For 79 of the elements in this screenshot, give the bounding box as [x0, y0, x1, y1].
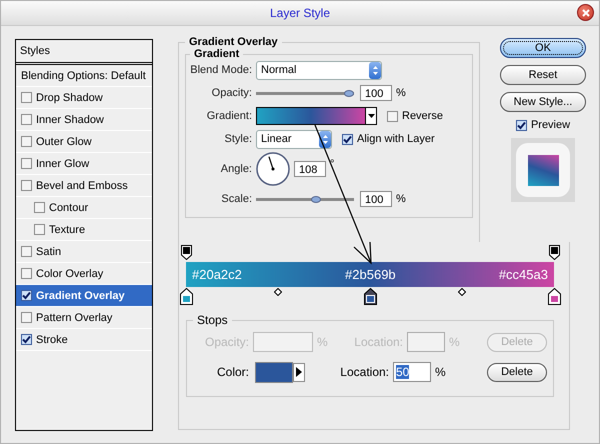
close-button[interactable] [577, 4, 594, 21]
style-item[interactable]: Drop Shadow [16, 87, 152, 109]
group-title: Gradient Overlay [188, 36, 279, 48]
color-swatch[interactable] [255, 362, 293, 382]
style-item[interactable]: Inner Glow [16, 153, 152, 175]
opacity-field[interactable]: 100 [360, 85, 392, 101]
scale-field[interactable]: 100 [360, 191, 392, 207]
dialog-button[interactable]: New Style... [500, 92, 586, 112]
close-icon [580, 8, 590, 18]
field-label: Blend Mode: [190, 64, 252, 76]
opacity-stop[interactable] [549, 245, 560, 260]
color-code-label: #20a2c2 [192, 267, 242, 282]
gradient-picker[interactable] [256, 107, 366, 125]
style-item[interactable]: Stroke [16, 329, 152, 351]
unit-label: % [435, 365, 447, 379]
style-item[interactable]: Blending Options: Default [16, 65, 152, 87]
unit-label: ° [330, 158, 334, 170]
color-stop[interactable] [364, 288, 377, 305]
field-label: Scale: [220, 193, 252, 205]
checkbox[interactable] [21, 114, 32, 125]
checkbox[interactable] [21, 268, 32, 279]
color-stop[interactable] [548, 288, 561, 305]
color-code-label: #2b569b [345, 267, 396, 282]
location-field[interactable]: 50 [393, 362, 431, 382]
style-item[interactable]: Pattern Overlay [16, 307, 152, 329]
checkbox[interactable] [34, 202, 45, 213]
style-item[interactable]: Inner Shadow [16, 109, 152, 131]
field-label: Location: [339, 365, 389, 379]
field-label: Style: [223, 133, 252, 145]
dialog-button[interactable]: OK [500, 38, 586, 58]
checkbox-label: Reverse [402, 110, 443, 122]
field-label: Color: [216, 365, 249, 379]
reverse-checkbox[interactable] [387, 110, 398, 122]
style-item[interactable]: Gradient Overlay [16, 285, 152, 307]
unit-label: % [317, 335, 329, 349]
dialog-button[interactable]: Reset [500, 65, 586, 85]
delete-button[interactable]: Delete [487, 362, 547, 382]
checkbox[interactable] [21, 290, 32, 301]
checkbox[interactable] [21, 180, 32, 191]
preview-checkbox[interactable] [516, 120, 527, 130]
style-item[interactable]: Outer Glow [16, 131, 152, 153]
checkbox[interactable] [21, 92, 32, 103]
style-item[interactable]: Texture [16, 219, 152, 241]
unit-label: % [396, 193, 406, 205]
checkbox-label: Align with Layer [357, 133, 435, 145]
blend-mode-dropdown[interactable]: Normal [256, 60, 382, 80]
window-title: Layer Style [270, 6, 330, 20]
checkbox-label: Preview [530, 119, 570, 131]
checkbox[interactable] [21, 334, 32, 345]
unit-label: % [449, 335, 461, 349]
checkbox[interactable] [21, 312, 32, 323]
style-item[interactable]: Satin [16, 241, 152, 263]
checkbox[interactable] [21, 158, 32, 169]
color-code-label: #cc45a3 [498, 267, 548, 282]
styles-header: Styles [16, 40, 152, 65]
spinner-icon [319, 130, 331, 148]
play-icon[interactable] [293, 362, 305, 382]
checkbox[interactable] [21, 246, 32, 257]
spinner-icon [369, 62, 381, 78]
opacity-stop[interactable] [181, 245, 192, 260]
angle-dial[interactable] [256, 152, 290, 186]
style-item[interactable]: Bevel and Emboss [16, 175, 152, 197]
align-checkbox[interactable] [342, 134, 353, 144]
unit-label: % [396, 87, 406, 99]
field-label: Opacity: [210, 87, 252, 99]
slider-thumb[interactable] [344, 90, 354, 96]
group-title: Stops [196, 313, 229, 327]
style-item[interactable]: Contour [16, 197, 152, 219]
style-preview [511, 138, 575, 202]
color-stop[interactable] [180, 288, 193, 305]
gradient-bar[interactable]: #20a2c2 #2b569b #cc45a3 [186, 262, 554, 287]
checkbox[interactable] [34, 224, 45, 235]
style-dropdown[interactable]: Linear [256, 130, 332, 148]
field-label: Angle: [220, 163, 252, 175]
angle-field[interactable]: 108 [294, 161, 326, 177]
checkbox[interactable] [21, 136, 32, 147]
field-label: Gradient: [206, 110, 252, 122]
group-title: Gradient [193, 48, 240, 60]
slider-thumb[interactable] [310, 196, 321, 202]
